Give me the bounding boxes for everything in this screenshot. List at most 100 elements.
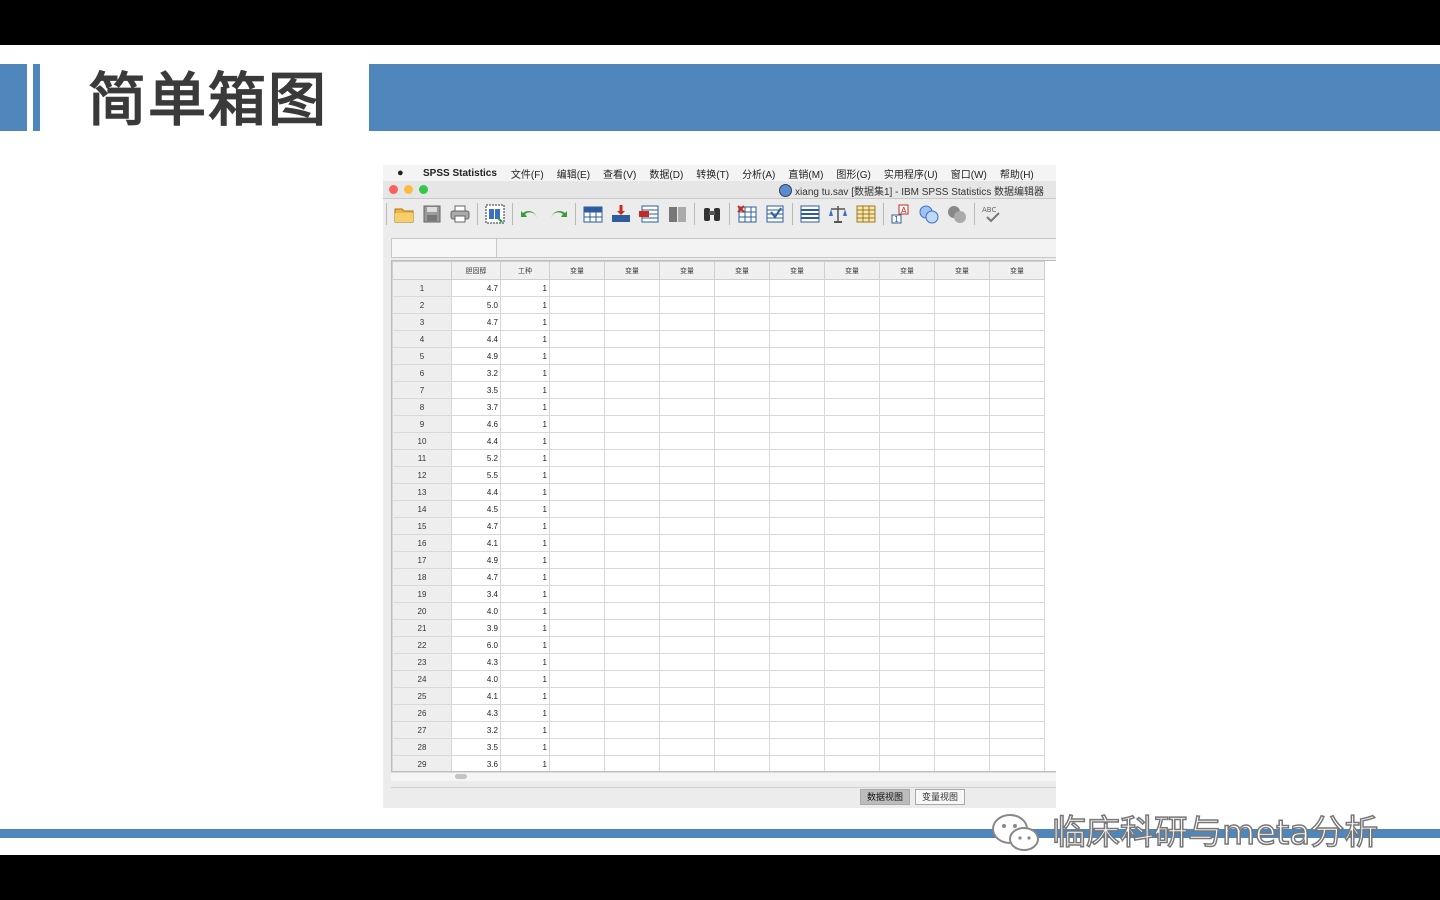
empty-cell[interactable]: [549, 738, 605, 756]
empty-cell[interactable]: [549, 449, 605, 467]
empty-cell[interactable]: [934, 755, 990, 771]
value-labels-icon[interactable]: A1: [890, 203, 912, 225]
row-number[interactable]: 12: [392, 466, 452, 484]
empty-cell[interactable]: [879, 381, 935, 399]
empty-cell[interactable]: [934, 568, 990, 586]
empty-cell[interactable]: [879, 755, 935, 771]
row-number[interactable]: 28: [392, 738, 452, 756]
empty-cell[interactable]: [714, 364, 770, 382]
empty-cell[interactable]: [659, 330, 715, 348]
column-header[interactable]: 工种: [500, 261, 550, 280]
empty-cell[interactable]: [769, 347, 825, 365]
empty-cell[interactable]: [769, 313, 825, 331]
data-cell[interactable]: 4.7: [451, 313, 501, 331]
data-cell[interactable]: 6.0: [451, 636, 501, 654]
empty-cell[interactable]: [549, 755, 605, 771]
empty-cell[interactable]: [659, 398, 715, 416]
empty-cell[interactable]: [604, 398, 660, 416]
empty-cell[interactable]: [549, 364, 605, 382]
empty-cell[interactable]: [879, 364, 935, 382]
data-cell[interactable]: 4.7: [451, 568, 501, 586]
data-cell[interactable]: 1: [500, 517, 550, 535]
empty-cell[interactable]: [879, 432, 935, 450]
data-cell[interactable]: 3.5: [451, 381, 501, 399]
empty-cell[interactable]: [989, 381, 1045, 399]
weight-cases-icon[interactable]: [827, 203, 849, 225]
empty-cell[interactable]: [714, 551, 770, 569]
empty-cell[interactable]: [714, 687, 770, 705]
empty-cell[interactable]: [604, 585, 660, 603]
data-cell[interactable]: 1: [500, 279, 550, 297]
menu-graphs[interactable]: 图形(G): [836, 166, 870, 181]
empty-cell[interactable]: [934, 687, 990, 705]
empty-cell[interactable]: [989, 653, 1045, 671]
empty-cell[interactable]: [659, 619, 715, 637]
empty-cell[interactable]: [549, 534, 605, 552]
empty-cell[interactable]: [934, 534, 990, 552]
show-sets-icon[interactable]: [946, 203, 968, 225]
empty-cell[interactable]: [714, 721, 770, 739]
empty-cell[interactable]: [824, 398, 880, 416]
empty-cell[interactable]: [824, 500, 880, 518]
empty-cell[interactable]: [934, 670, 990, 688]
empty-cell[interactable]: [604, 330, 660, 348]
empty-cell[interactable]: [879, 551, 935, 569]
empty-cell[interactable]: [989, 466, 1045, 484]
empty-cell[interactable]: [769, 738, 825, 756]
data-cell[interactable]: 4.3: [451, 653, 501, 671]
split-file-icon[interactable]: [799, 203, 821, 225]
empty-cell[interactable]: [989, 687, 1045, 705]
data-cell[interactable]: 3.9: [451, 619, 501, 637]
empty-cell[interactable]: [659, 551, 715, 569]
empty-cell[interactable]: [769, 670, 825, 688]
empty-cell[interactable]: [879, 466, 935, 484]
empty-cell[interactable]: [879, 687, 935, 705]
empty-cell[interactable]: [549, 296, 605, 314]
empty-cell[interactable]: [879, 483, 935, 501]
empty-cell[interactable]: [989, 313, 1045, 331]
empty-cell[interactable]: [659, 704, 715, 722]
empty-cell[interactable]: [769, 398, 825, 416]
data-cell[interactable]: 5.0: [451, 296, 501, 314]
empty-cell[interactable]: [934, 585, 990, 603]
empty-cell[interactable]: [604, 313, 660, 331]
row-number[interactable]: 25: [392, 687, 452, 705]
row-number[interactable]: 18: [392, 568, 452, 586]
empty-cell[interactable]: [989, 755, 1045, 771]
data-cell[interactable]: 1: [500, 500, 550, 518]
data-cell[interactable]: 1: [500, 466, 550, 484]
empty-cell[interactable]: [659, 313, 715, 331]
empty-cell[interactable]: [549, 347, 605, 365]
empty-cell[interactable]: [659, 415, 715, 433]
empty-cell[interactable]: [659, 483, 715, 501]
empty-cell[interactable]: [879, 398, 935, 416]
menu-file[interactable]: 文件(F): [511, 166, 544, 181]
dialog-recall-icon[interactable]: [484, 203, 506, 225]
empty-cell[interactable]: [769, 432, 825, 450]
empty-cell[interactable]: [934, 551, 990, 569]
empty-cell[interactable]: [714, 381, 770, 399]
empty-cell[interactable]: [989, 449, 1045, 467]
empty-cell[interactable]: [824, 415, 880, 433]
empty-cell[interactable]: [989, 721, 1045, 739]
empty-cell[interactable]: [934, 364, 990, 382]
column-header[interactable]: 变量: [879, 261, 935, 280]
empty-cell[interactable]: [769, 296, 825, 314]
empty-cell[interactable]: [879, 704, 935, 722]
empty-cell[interactable]: [989, 738, 1045, 756]
row-number[interactable]: 22: [392, 636, 452, 654]
data-cell[interactable]: 3.5: [451, 738, 501, 756]
empty-cell[interactable]: [769, 619, 825, 637]
empty-cell[interactable]: [824, 585, 880, 603]
data-cell[interactable]: 1: [500, 432, 550, 450]
empty-cell[interactable]: [659, 381, 715, 399]
row-number[interactable]: 23: [392, 653, 452, 671]
empty-cell[interactable]: [934, 738, 990, 756]
empty-cell[interactable]: [934, 466, 990, 484]
empty-cell[interactable]: [989, 517, 1045, 535]
menu-transform[interactable]: 转换(T): [696, 166, 729, 181]
empty-cell[interactable]: [934, 279, 990, 297]
empty-cell[interactable]: [604, 568, 660, 586]
empty-cell[interactable]: [769, 483, 825, 501]
empty-cell[interactable]: [769, 534, 825, 552]
